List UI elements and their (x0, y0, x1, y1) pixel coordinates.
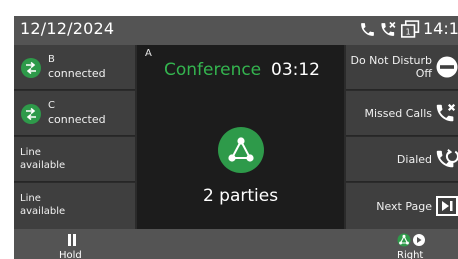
line-key-name: Line (20, 147, 41, 158)
right-label: Right (397, 250, 424, 259)
right-softkey[interactable]: Right (380, 229, 442, 259)
line-key-name: B (48, 54, 55, 65)
svg-text:1: 1 (406, 28, 411, 37)
line-key-c[interactable]: C connected (14, 91, 135, 136)
dialed-calls-key[interactable]: Dialed (346, 137, 458, 182)
parties-count: 2 parties (202, 186, 279, 206)
line-key-b[interactable]: B connected (14, 45, 135, 90)
missed-call-icon (379, 21, 398, 42)
missed-calls-icon (434, 101, 458, 129)
do-not-disturb-key[interactable]: Do Not Disturb Off (346, 45, 458, 90)
line-key-status: connected (48, 67, 106, 80)
missed-calls-label: Missed Calls (364, 107, 432, 120)
next-page-key[interactable]: Next Page (346, 183, 458, 229)
conference-line-icon (21, 104, 41, 124)
line-key-name: C (48, 100, 55, 111)
hold-softkey[interactable]: Hold (42, 229, 104, 259)
do-not-disturb-icon (436, 56, 458, 82)
line-key-status: available (20, 206, 66, 217)
next-page-label: Next Page (376, 200, 432, 213)
next-page-icon (436, 196, 458, 220)
dnd-label-line1: Do Not Disturb (350, 54, 432, 67)
pause-icon (67, 232, 77, 251)
feature-keys: Do Not Disturb Off Missed Calls Dialed N… (346, 45, 458, 229)
date: 12/12/2024 (20, 19, 115, 38)
call-duration: 03:12 (271, 60, 320, 80)
voicemail-icon: 1 (401, 20, 420, 42)
dialed-calls-icon (434, 147, 458, 175)
clock: 14:10 (423, 19, 458, 38)
call-line-letter: A (145, 48, 152, 59)
missed-calls-key[interactable]: Missed Calls (346, 91, 458, 136)
call-type-label: Conference (164, 60, 262, 80)
conference-right-icon (397, 232, 427, 251)
line-key-status: connected (48, 113, 106, 126)
call-panel: A Conference 03:12 2 parties (137, 45, 344, 229)
conference-icon (218, 127, 264, 173)
softkey-bar: Hold Right (14, 229, 458, 259)
line-key-available-1[interactable]: Line available (14, 137, 135, 182)
line-keys: B connected C connected Line available L… (14, 45, 135, 229)
line-key-name: Line (20, 193, 41, 204)
status-icons: 1 (359, 20, 420, 42)
hold-label: Hold (59, 250, 82, 259)
line-key-available-2[interactable]: Line available (14, 183, 135, 229)
dialed-label: Dialed (396, 153, 432, 166)
phone-icon (359, 21, 376, 42)
conference-line-icon (21, 58, 41, 78)
dnd-label: Do Not Disturb Off (350, 54, 432, 80)
line-key-status: available (20, 160, 66, 171)
phone-screen: 12/12/2024 1 14:10 B connected (14, 16, 458, 259)
status-bar: 12/12/2024 1 14:10 (14, 16, 458, 45)
dnd-label-line2: Off (415, 67, 432, 80)
